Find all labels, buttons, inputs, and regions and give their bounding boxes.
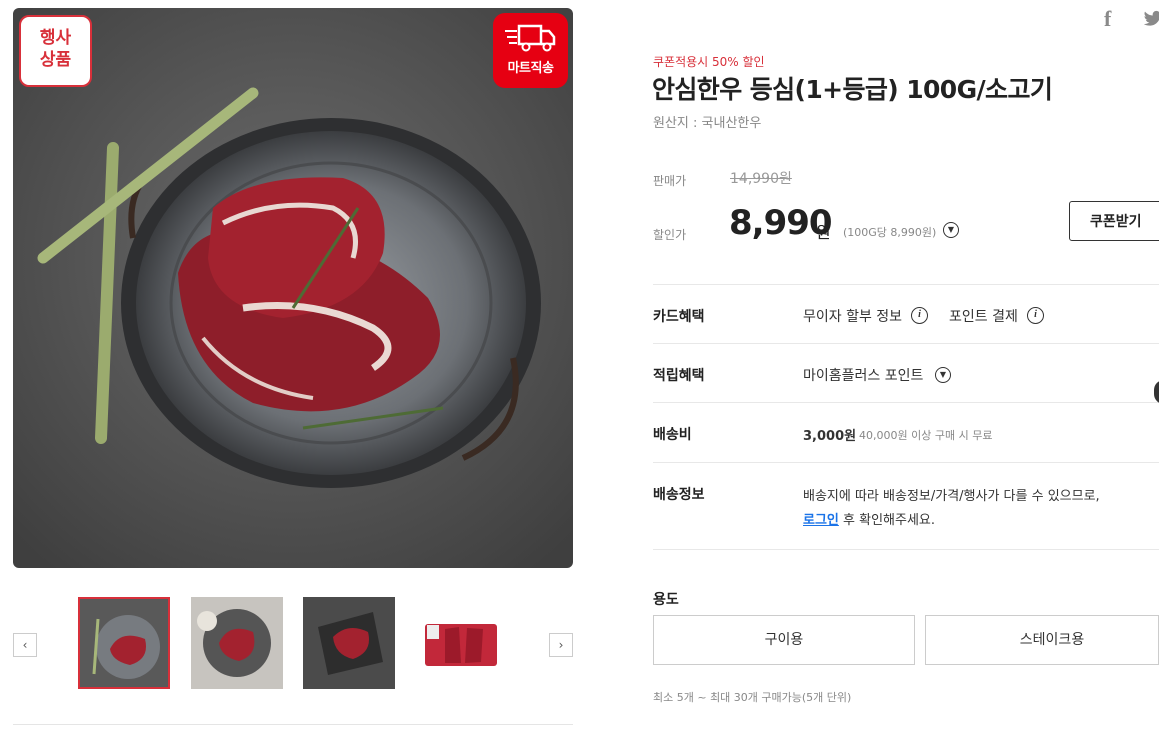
divider <box>653 462 1159 463</box>
product-title: 안심한우 등심(1+등급) 100G/소고기 <box>652 75 1053 104</box>
interest-free-info-link[interactable]: 무이자 할부 정보 <box>803 306 902 326</box>
thumbnail-1[interactable] <box>78 597 170 689</box>
twitter-icon[interactable] <box>1143 10 1159 28</box>
login-link[interactable]: 로그인 <box>803 513 839 528</box>
divider <box>653 343 1159 344</box>
points-benefit-label: 적립혜택 <box>653 368 705 384</box>
chevron-left-icon: ‹ <box>22 638 28 652</box>
option-steak-button[interactable]: 스테이크용 <box>925 615 1159 665</box>
shipping-info-label: 배송정보 <box>653 487 705 503</box>
info-icon[interactable]: i <box>1027 307 1044 324</box>
info-icon[interactable]: i <box>911 307 928 324</box>
badge-event-line1: 행사 <box>39 28 72 48</box>
unit-price-dropdown-icon[interactable]: ▼ <box>943 222 959 238</box>
list-price-label: 판매가 <box>653 174 687 188</box>
thumb-prev-button[interactable]: ‹ <box>13 633 37 657</box>
thumbnail-4[interactable] <box>415 597 507 689</box>
divider <box>653 402 1159 403</box>
free-shipping-condition: 40,000원 이상 구매 시 무료 <box>859 429 993 442</box>
chevron-down-icon[interactable]: ▼ <box>935 367 951 383</box>
card-benefit-label: 카드혜택 <box>653 309 705 325</box>
shipping-info-login-line: 로그인 후 확인해주세요. <box>803 509 935 528</box>
shipping-fee-label: 배송비 <box>653 427 692 443</box>
shipping-info-text: 배송지에 따라 배송정보/가격/행사가 다를 수 있으므로, <box>803 489 1100 504</box>
option-grill-button[interactable]: 구이용 <box>653 615 915 665</box>
usage-label: 용도 <box>653 592 679 608</box>
unit-price: (100G당 8,990원) <box>843 226 937 239</box>
divider <box>653 549 1159 550</box>
thumbnail-2[interactable] <box>191 597 283 689</box>
chevron-right-icon: › <box>558 638 564 652</box>
point-payment-link[interactable]: 포인트 결제 <box>949 306 1018 326</box>
coupon-discount-note: 쿠폰적용시 50% 할인 <box>653 55 765 69</box>
purchase-limit-note: 최소 5개 ~ 최대 30개 구매가능(5개 단위) <box>653 691 852 704</box>
badge-mart-label: 마트직송 <box>507 61 554 76</box>
divider <box>653 284 1159 285</box>
sale-price-currency: 원 <box>816 223 831 242</box>
main-product-image <box>13 8 573 568</box>
badge-event-line2: 상품 <box>39 50 72 70</box>
shipping-info-suffix: 후 확인해주세요. <box>838 513 936 528</box>
homeplus-points-link[interactable]: 마이홈플러스 포인트 <box>803 365 923 385</box>
shipping-fee: 3,000원 <box>803 429 857 444</box>
product-origin: 원산지 : 국내산한우 <box>653 116 762 131</box>
list-price: 14,990원 <box>730 171 792 187</box>
product-detail-page: 행사 상품 마트직송 ‹ › f 쿠폰적용시 50% 할인 안심한우 등심(1+… <box>0 0 1159 731</box>
mart-delivery-badge: 마트직송 <box>493 13 568 88</box>
thumb-next-button[interactable]: › <box>549 633 573 657</box>
gallery-divider <box>13 724 573 725</box>
truck-icon <box>504 24 555 52</box>
facebook-icon[interactable]: f <box>1104 6 1111 32</box>
sale-price-label: 할인가 <box>653 228 687 242</box>
get-coupon-button[interactable]: 쿠폰받기 <box>1069 201 1159 241</box>
event-product-badge: 행사 상품 <box>19 15 92 87</box>
thumbnail-3[interactable] <box>303 597 395 689</box>
floating-action-handle[interactable] <box>1154 380 1159 404</box>
